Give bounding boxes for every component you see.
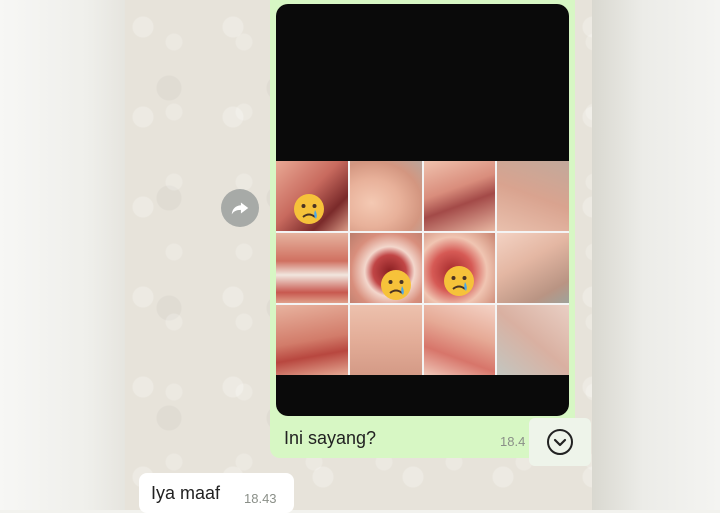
image-attachment[interactable] (276, 4, 569, 416)
incoming-message-text: Iya maaf (151, 483, 221, 503)
left-margin (0, 0, 125, 510)
outgoing-message-time: 18.4 (500, 434, 526, 449)
crying-face-emoji-icon (381, 270, 411, 300)
crying-face-emoji-icon (294, 194, 324, 224)
forward-button[interactable] (221, 189, 259, 227)
incoming-message-time: 18.43 (244, 491, 277, 506)
photo-tile (497, 233, 569, 303)
outgoing-message-caption: Ini sayang? (284, 428, 377, 448)
chevron-down-icon (547, 429, 573, 455)
photo-tile (423, 161, 496, 231)
photo-tile (349, 305, 422, 375)
crying-face-emoji-icon (444, 266, 474, 296)
scroll-down-button[interactable] (529, 418, 591, 466)
forward-arrow-icon (231, 202, 249, 215)
photo-tile (276, 305, 348, 375)
photo-tile (497, 305, 569, 375)
right-margin (592, 0, 720, 510)
photo-tile (349, 161, 422, 231)
photo-tile (497, 161, 569, 231)
photo-tile (423, 305, 496, 375)
photo-tile (276, 233, 348, 303)
